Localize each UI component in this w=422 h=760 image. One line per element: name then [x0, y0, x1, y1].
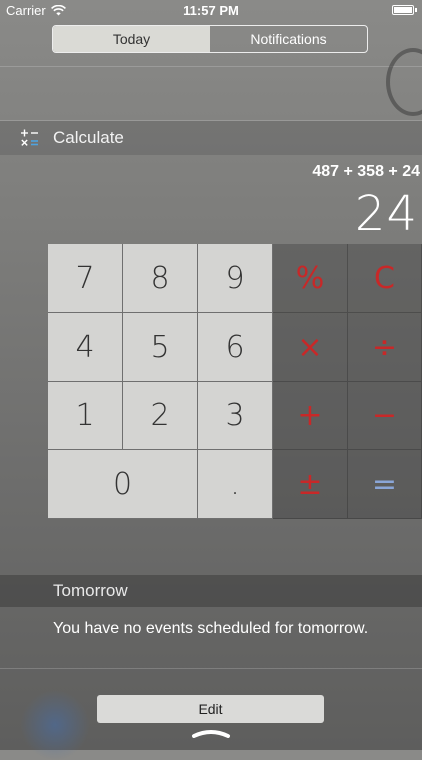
key-1[interactable]: 1 — [48, 382, 123, 450]
calculate-widget-header[interactable]: Calculate — [0, 121, 422, 155]
tab-notifications[interactable]: Notifications — [210, 26, 367, 52]
background-blur-shape — [386, 48, 422, 116]
key-divide[interactable]: ÷ — [348, 313, 422, 382]
key-3[interactable]: 3 — [198, 382, 273, 450]
key-equals[interactable]: = — [348, 450, 422, 519]
key-add[interactable]: + — [273, 382, 348, 450]
key-2[interactable]: 2 — [123, 382, 198, 450]
calculation-expression: 487 + 358 + 24 — [312, 163, 420, 180]
key-5[interactable]: 5 — [123, 313, 198, 382]
key-multiply[interactable]: × — [273, 313, 348, 382]
key-clear[interactable]: C — [348, 244, 422, 313]
key-9[interactable]: 9 — [198, 244, 273, 313]
background-divider — [0, 668, 422, 669]
widget-title: Calculate — [53, 128, 124, 147]
calculation-result: 24 — [354, 186, 418, 242]
status-time: 11:57 PM — [183, 3, 239, 18]
key-7[interactable]: 7 — [48, 244, 123, 313]
no-events-message: You have no events scheduled for tomorro… — [53, 620, 369, 637]
status-bar: Carrier 11:57 PM — [0, 0, 422, 22]
key-4[interactable]: 4 — [48, 313, 123, 382]
grabber-handle-icon[interactable] — [191, 728, 231, 738]
key-0[interactable]: 0 — [48, 450, 198, 519]
key-6[interactable]: 6 — [198, 313, 273, 382]
key-subtract[interactable]: − — [348, 382, 422, 450]
key-plus-minus[interactable]: ± — [273, 450, 348, 519]
key-8[interactable]: 8 — [123, 244, 198, 313]
view-segmented-control: Today Notifications — [52, 25, 368, 53]
calculator-keypad: 7 8 9 % C 4 5 6 × ÷ 1 2 3 + − 0 . ± = — [48, 244, 422, 519]
key-percent[interactable]: % — [273, 244, 348, 313]
edit-button[interactable]: Edit — [97, 695, 324, 723]
battery-icon — [392, 5, 417, 15]
tomorrow-title: Tomorrow — [53, 581, 128, 600]
key-decimal[interactable]: . — [198, 450, 273, 519]
tab-today[interactable]: Today — [53, 26, 210, 52]
tomorrow-section-header: Tomorrow — [0, 575, 422, 607]
calculator-icon — [21, 129, 38, 146]
background-divider — [0, 66, 422, 67]
